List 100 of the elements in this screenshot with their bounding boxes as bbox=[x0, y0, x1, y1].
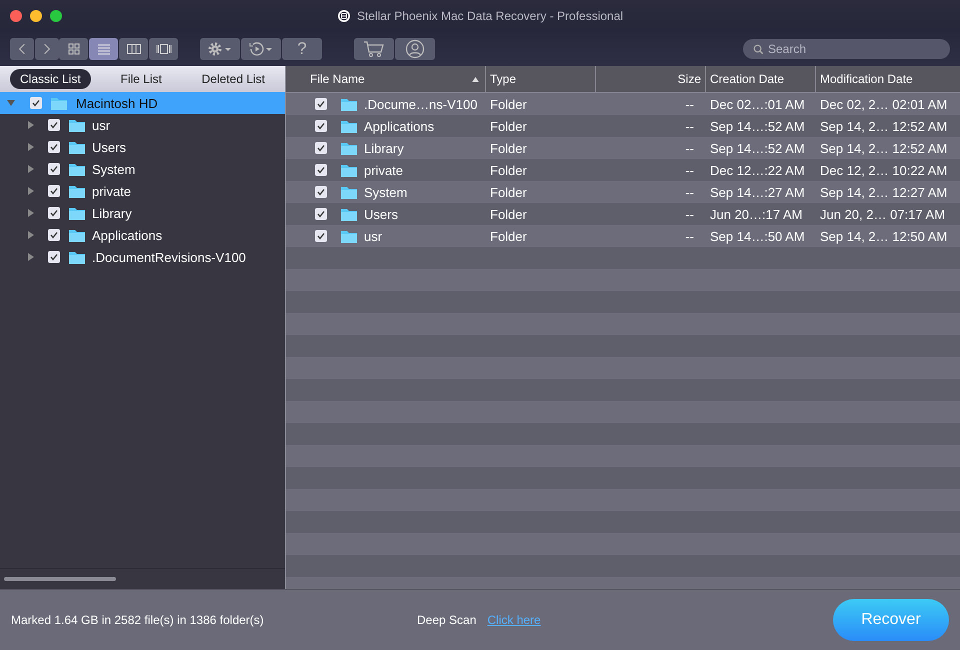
column-label: Size bbox=[678, 72, 701, 86]
deep-scan-label: Deep Scan bbox=[417, 613, 476, 627]
file-size: -- bbox=[685, 118, 694, 134]
back-button[interactable] bbox=[10, 38, 34, 60]
checkbox[interactable] bbox=[48, 207, 60, 219]
file-size: -- bbox=[685, 228, 694, 244]
checkbox[interactable] bbox=[315, 208, 327, 220]
minimize-button[interactable] bbox=[30, 10, 42, 22]
coverflow-view-icon bbox=[156, 42, 172, 56]
file-size: -- bbox=[685, 162, 694, 178]
column-header[interactable]: Creation Date bbox=[706, 66, 816, 92]
checkbox[interactable] bbox=[30, 97, 42, 109]
checkbox[interactable] bbox=[315, 164, 327, 176]
cart-button[interactable] bbox=[354, 38, 394, 60]
checkbox[interactable] bbox=[48, 185, 60, 197]
checkbox[interactable] bbox=[48, 229, 60, 241]
history-menu-button[interactable] bbox=[241, 38, 281, 60]
cart-icon bbox=[363, 40, 385, 58]
forward-button[interactable] bbox=[35, 38, 59, 60]
tree-label: private bbox=[92, 184, 132, 198]
file-name: Users bbox=[364, 206, 398, 222]
zoom-button[interactable] bbox=[50, 10, 62, 22]
scrollbar-thumb[interactable] bbox=[4, 577, 116, 581]
tree-label: Users bbox=[92, 140, 126, 154]
user-icon bbox=[405, 39, 425, 59]
folder-icon bbox=[50, 96, 68, 110]
file-size: -- bbox=[685, 184, 694, 200]
checkbox[interactable] bbox=[48, 119, 60, 131]
column-header[interactable]: Type bbox=[486, 66, 596, 92]
checkbox[interactable] bbox=[48, 251, 60, 263]
tree-label: Library bbox=[92, 206, 132, 220]
modification-date: Sep 14, 2… 12:52 AM bbox=[820, 118, 948, 134]
column-header[interactable]: Size bbox=[596, 66, 706, 92]
file-name: .Docume…ns-V100 bbox=[364, 96, 478, 112]
file-size: -- bbox=[685, 96, 694, 112]
help-button[interactable]: ? bbox=[282, 38, 322, 60]
list-view-button[interactable] bbox=[89, 38, 118, 60]
file-type: Folder bbox=[490, 184, 527, 200]
collapse-triangle-icon[interactable] bbox=[6, 98, 16, 108]
expand-triangle-icon[interactable] bbox=[26, 142, 36, 152]
columns-view-icon bbox=[126, 42, 142, 56]
file-name: Library bbox=[364, 140, 404, 156]
tree-row[interactable]: Applications bbox=[0, 224, 285, 246]
column-label: Type bbox=[490, 72, 516, 86]
file-type: Folder bbox=[490, 140, 527, 156]
tree-row[interactable]: System bbox=[0, 158, 285, 180]
coverflow-view-button[interactable] bbox=[149, 38, 178, 60]
chevron-left-icon bbox=[18, 43, 26, 55]
close-button[interactable] bbox=[10, 10, 22, 22]
settings-icon bbox=[206, 41, 234, 57]
folder-icon bbox=[68, 206, 86, 220]
history-icon bbox=[247, 41, 275, 57]
app-logo-icon bbox=[336, 9, 351, 23]
tree-row[interactable]: .DocumentRevisions-V100 bbox=[0, 246, 285, 268]
file-name: usr bbox=[364, 228, 382, 244]
search-field[interactable]: Search bbox=[743, 39, 950, 59]
grid-view-button[interactable] bbox=[59, 38, 88, 60]
file-size: -- bbox=[685, 206, 694, 222]
expand-triangle-icon[interactable] bbox=[26, 252, 36, 262]
account-button[interactable] bbox=[395, 38, 435, 60]
expand-triangle-icon[interactable] bbox=[26, 230, 36, 240]
file-name: private bbox=[364, 162, 404, 178]
expand-triangle-icon[interactable] bbox=[26, 120, 36, 130]
modification-date: Dec 02, 2… 02:01 AM bbox=[820, 96, 948, 112]
list-tab[interactable]: Deleted List bbox=[192, 69, 275, 89]
modification-date: Sep 14, 2… 12:52 AM bbox=[820, 140, 948, 156]
folder-icon bbox=[68, 118, 86, 132]
expand-triangle-icon[interactable] bbox=[26, 164, 36, 174]
modification-date: Sep 14, 2… 12:27 AM bbox=[820, 184, 948, 200]
checkbox[interactable] bbox=[48, 141, 60, 153]
checkbox[interactable] bbox=[315, 230, 327, 242]
tree-row[interactable]: Library bbox=[0, 202, 285, 224]
tree-row[interactable]: Users bbox=[0, 136, 285, 158]
creation-date: Sep 14…:52 AM bbox=[710, 118, 805, 134]
checkbox[interactable] bbox=[315, 142, 327, 154]
checkbox[interactable] bbox=[315, 98, 327, 110]
column-label: Modification Date bbox=[820, 72, 913, 86]
checkbox[interactable] bbox=[315, 120, 327, 132]
tree-row[interactable]: private bbox=[0, 180, 285, 202]
list-tab[interactable]: File List bbox=[110, 69, 172, 89]
expand-triangle-icon[interactable] bbox=[26, 208, 36, 218]
folder-icon bbox=[68, 250, 86, 264]
settings-menu-button[interactable] bbox=[200, 38, 240, 60]
folder-icon bbox=[340, 118, 358, 134]
tree-row[interactable]: usr bbox=[0, 114, 285, 136]
checkbox[interactable] bbox=[315, 186, 327, 198]
modification-date: Sep 14, 2… 12:50 AM bbox=[820, 228, 948, 244]
folder-icon bbox=[68, 162, 86, 176]
column-header[interactable]: Modification Date bbox=[816, 66, 960, 92]
list-tab[interactable]: Classic List bbox=[10, 69, 91, 89]
tree-label: System bbox=[92, 162, 136, 176]
columns-view-button[interactable] bbox=[119, 38, 148, 60]
modification-date: Jun 20, 2… 07:17 AM bbox=[820, 206, 946, 222]
list-view-icon bbox=[96, 42, 112, 56]
folder-icon bbox=[68, 140, 86, 154]
expand-triangle-icon[interactable] bbox=[26, 186, 36, 196]
tree-row[interactable]: Macintosh HD bbox=[0, 92, 285, 114]
column-header[interactable]: File Name bbox=[286, 66, 486, 92]
checkbox[interactable] bbox=[48, 163, 60, 175]
folder-icon bbox=[68, 228, 86, 242]
